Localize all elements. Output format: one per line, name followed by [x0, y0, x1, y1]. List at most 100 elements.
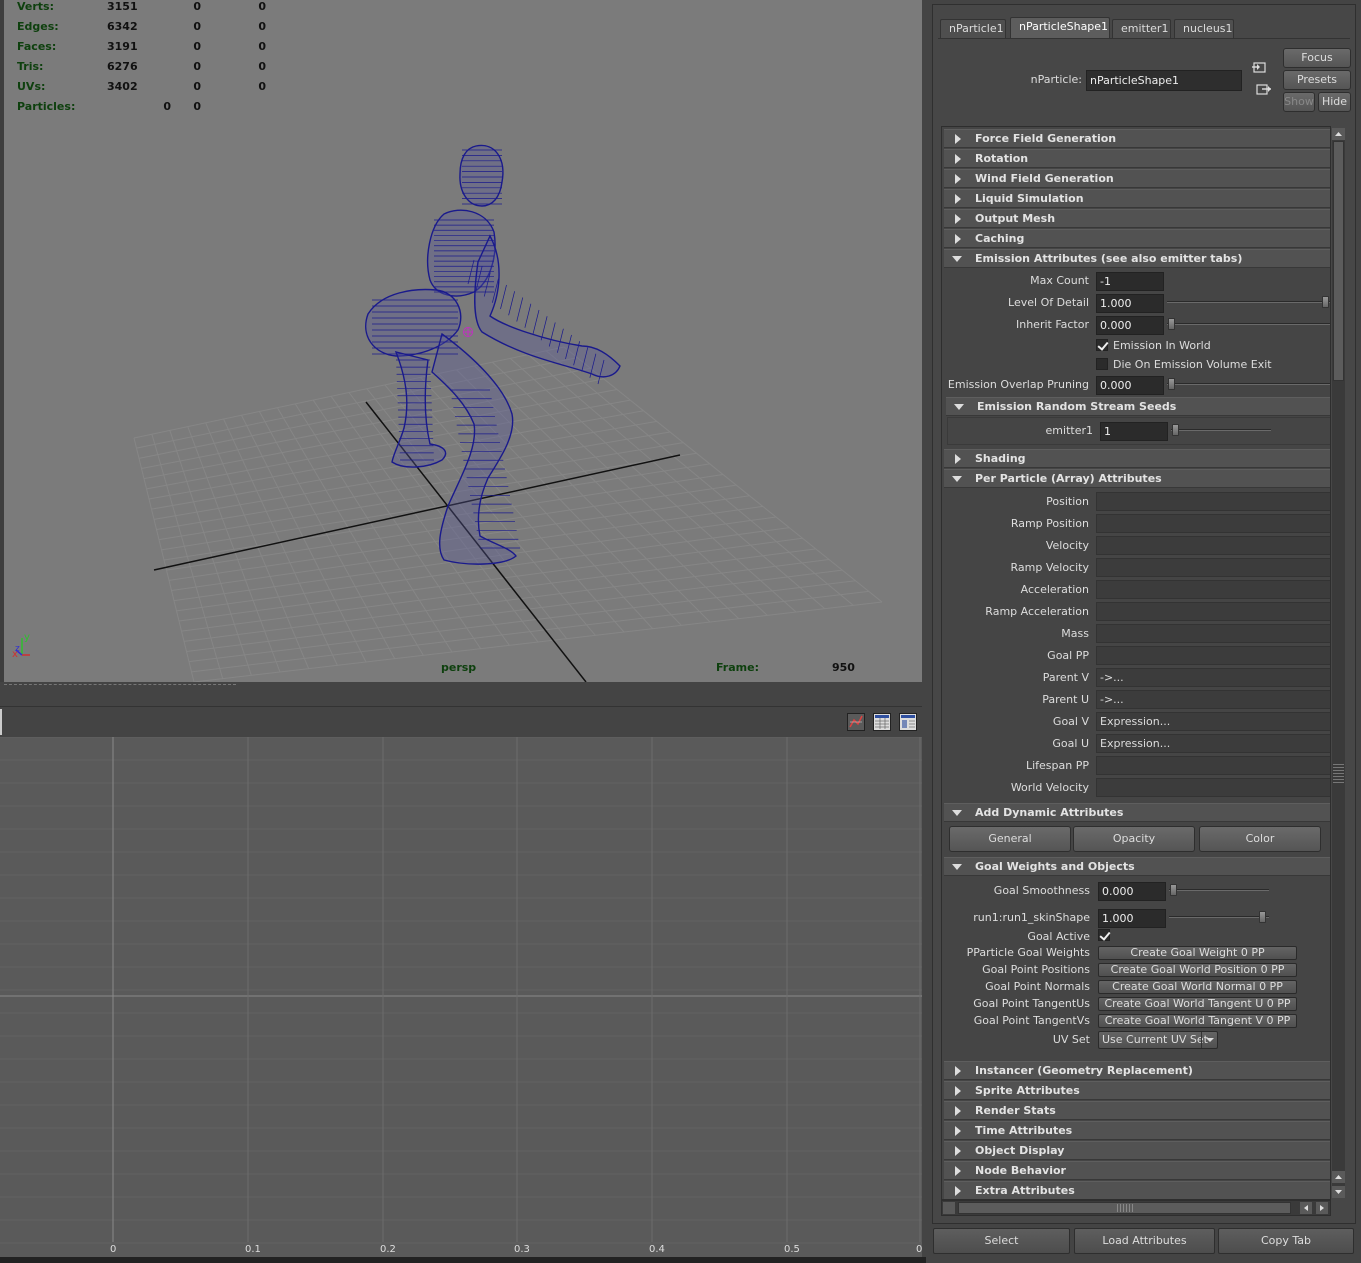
section-instancer-geometry-replacement[interactable]: Instancer (Geometry Replacement): [944, 1061, 1330, 1080]
per-particle-field[interactable]: ->...: [1096, 690, 1330, 709]
tab-nparticleshape1[interactable]: nParticleShape1: [1010, 17, 1110, 39]
per-particle-field[interactable]: Expression...: [1096, 734, 1330, 753]
section-caching[interactable]: Caching: [944, 229, 1330, 248]
tab-nucleus1[interactable]: nucleus1: [1174, 19, 1234, 39]
presets-button[interactable]: Presets: [1283, 70, 1351, 90]
per-particle-field[interactable]: [1096, 624, 1330, 643]
create-goal-button[interactable]: Create Goal World Normal 0 PP: [1098, 980, 1297, 994]
section-sprite-attributes[interactable]: Sprite Attributes: [944, 1081, 1330, 1100]
attribute-list[interactable]: Force Field Generation Rotation Wind Field…: [941, 126, 1331, 1200]
load-attributes-button[interactable]: Load Attributes: [1074, 1228, 1215, 1254]
inherit-factor-field[interactable]: 0.000: [1096, 316, 1164, 335]
hide-button[interactable]: Hide: [1318, 92, 1351, 112]
emitter-seed-slider[interactable]: [1171, 429, 1271, 431]
hud-value: 0: [193, 100, 201, 113]
uv-set-dropdown[interactable]: Use Current UV Set: [1098, 1031, 1218, 1049]
section-object-display[interactable]: Object Display: [944, 1141, 1330, 1160]
inherit-factor-slider[interactable]: [1167, 323, 1330, 325]
section-goal-weights[interactable]: Goal Weights and Objects: [944, 857, 1330, 876]
emitter-seed-field[interactable]: 1: [1100, 422, 1168, 441]
color-button[interactable]: Color: [1199, 826, 1321, 852]
level-of-detail-field[interactable]: 1.000: [1096, 294, 1164, 313]
time-slider[interactable]: [0, 1257, 926, 1263]
per-particle-field[interactable]: [1096, 778, 1330, 797]
section-title: Per Particle (Array) Attributes: [975, 472, 1162, 485]
opacity-button[interactable]: Opacity: [1073, 826, 1195, 852]
per-particle-field[interactable]: [1096, 646, 1330, 665]
scroll-right-icon[interactable]: [1316, 1202, 1328, 1214]
section-extra-attributes[interactable]: Extra Attributes: [944, 1181, 1330, 1199]
hud-label: Faces:: [17, 40, 57, 53]
overlap-pruning-slider-handle[interactable]: [1168, 378, 1175, 390]
show-button[interactable]: Show: [1283, 92, 1315, 112]
pane-divider-vertical[interactable]: [0, 0, 4, 682]
focus-input-icon[interactable]: [1252, 61, 1268, 75]
create-goal-button[interactable]: Create Goal Weight 0 PP: [1098, 946, 1297, 960]
scroll-thumb[interactable]: [1333, 141, 1344, 381]
section-per-particle[interactable]: Per Particle (Array) Attributes: [944, 469, 1330, 488]
level-of-detail-slider[interactable]: [1167, 301, 1330, 303]
scroll-up-icon[interactable]: [1332, 128, 1345, 140]
graph-editor-icon[interactable]: [847, 713, 865, 731]
create-goal-button[interactable]: Create Goal World Position 0 PP: [1098, 963, 1297, 977]
emission-in-world-checkbox[interactable]: [1096, 339, 1108, 351]
scroll-up-icon-bottom[interactable]: [1332, 1171, 1345, 1183]
create-goal-button[interactable]: Create Goal World Tangent V 0 PP: [1098, 1014, 1297, 1028]
section-add-dynamic-attributes[interactable]: Add Dynamic Attributes: [944, 803, 1330, 822]
per-particle-field[interactable]: [1096, 602, 1330, 621]
goal-smoothness-slider[interactable]: [1169, 889, 1269, 891]
section-shading[interactable]: Shading: [944, 449, 1330, 468]
goal-smoothness-field[interactable]: 0.000: [1098, 882, 1166, 901]
select-button[interactable]: Select: [933, 1228, 1070, 1254]
graph-area[interactable]: 0 0.1 0.2 0.3 0.4 0.5 0.: [0, 736, 926, 1257]
overlap-pruning-slider[interactable]: [1167, 383, 1330, 385]
focus-button[interactable]: Focus: [1283, 48, 1351, 68]
per-particle-field[interactable]: [1096, 536, 1330, 555]
section-render-stats[interactable]: Render Stats: [944, 1101, 1330, 1120]
per-particle-field[interactable]: Expression...: [1096, 712, 1330, 731]
per-particle-field[interactable]: [1096, 756, 1330, 775]
inherit-factor-slider-handle[interactable]: [1168, 318, 1175, 330]
section-emission-attributes[interactable]: Emission Attributes (see also emitter ta…: [944, 249, 1330, 268]
per-particle-field[interactable]: [1096, 580, 1330, 599]
scroll-left-icon[interactable]: [1300, 1202, 1312, 1214]
general-button[interactable]: General: [949, 826, 1071, 852]
per-particle-field[interactable]: [1096, 558, 1330, 577]
3d-viewport[interactable]: y x z Verts: 3151 0 0 Edges: 6342 0 0 Faces: 3191…: [4, 0, 922, 682]
layout-grid-icon[interactable]: [899, 713, 917, 731]
per-particle-field[interactable]: [1096, 492, 1330, 511]
expanded-arrow-icon: [952, 810, 962, 816]
tab-nparticle1[interactable]: nParticle1: [940, 19, 1006, 39]
goal-skin-field[interactable]: 1.000: [1098, 909, 1166, 928]
max-count-field[interactable]: -1: [1096, 272, 1164, 291]
section-output-mesh[interactable]: Output Mesh: [944, 209, 1330, 228]
per-particle-field[interactable]: [1096, 514, 1330, 533]
section-node-behavior[interactable]: Node Behavior: [944, 1161, 1330, 1180]
hscroll-left-stub[interactable]: [943, 1202, 955, 1214]
section-liquid-simulation[interactable]: Liquid Simulation: [944, 189, 1330, 208]
spreadsheet-icon[interactable]: [873, 713, 891, 731]
section-random-seeds[interactable]: Emission Random Stream Seeds: [946, 397, 1330, 416]
section-wind-field-generation[interactable]: Wind Field Generation: [944, 169, 1330, 188]
goal-active-checkbox[interactable]: [1098, 929, 1110, 941]
emitter-seed-slider-handle[interactable]: [1172, 424, 1179, 436]
tab-emitter1[interactable]: emitter1: [1112, 19, 1171, 39]
section-time-attributes[interactable]: Time Attributes: [944, 1121, 1330, 1140]
scroll-down-icon[interactable]: [1332, 1186, 1345, 1198]
create-goal-button[interactable]: Create Goal World Tangent U 0 PP: [1098, 997, 1297, 1011]
copy-tab-button[interactable]: Copy Tab: [1218, 1228, 1354, 1254]
pane-divider[interactable]: [4, 684, 236, 687]
node-name-field[interactable]: nParticleShape1: [1086, 70, 1242, 91]
die-on-exit-checkbox[interactable]: [1096, 358, 1108, 370]
per-particle-field[interactable]: ->...: [1096, 668, 1330, 687]
goal-skin-slider-handle[interactable]: [1259, 911, 1266, 923]
goal-skin-slider[interactable]: [1169, 916, 1269, 918]
level-of-detail-slider-handle[interactable]: [1322, 296, 1329, 308]
section-rotation[interactable]: Rotation: [944, 149, 1330, 168]
toolbar-handle[interactable]: [0, 709, 2, 735]
graph-grid[interactable]: 0 0.1 0.2 0.3 0.4 0.5 0.: [0, 736, 926, 1257]
overlap-pruning-field[interactable]: 0.000: [1096, 376, 1164, 395]
goal-smoothness-slider-handle[interactable]: [1170, 884, 1177, 896]
section-force-field-generation[interactable]: Force Field Generation: [944, 129, 1330, 148]
focus-output-icon[interactable]: [1256, 83, 1272, 97]
